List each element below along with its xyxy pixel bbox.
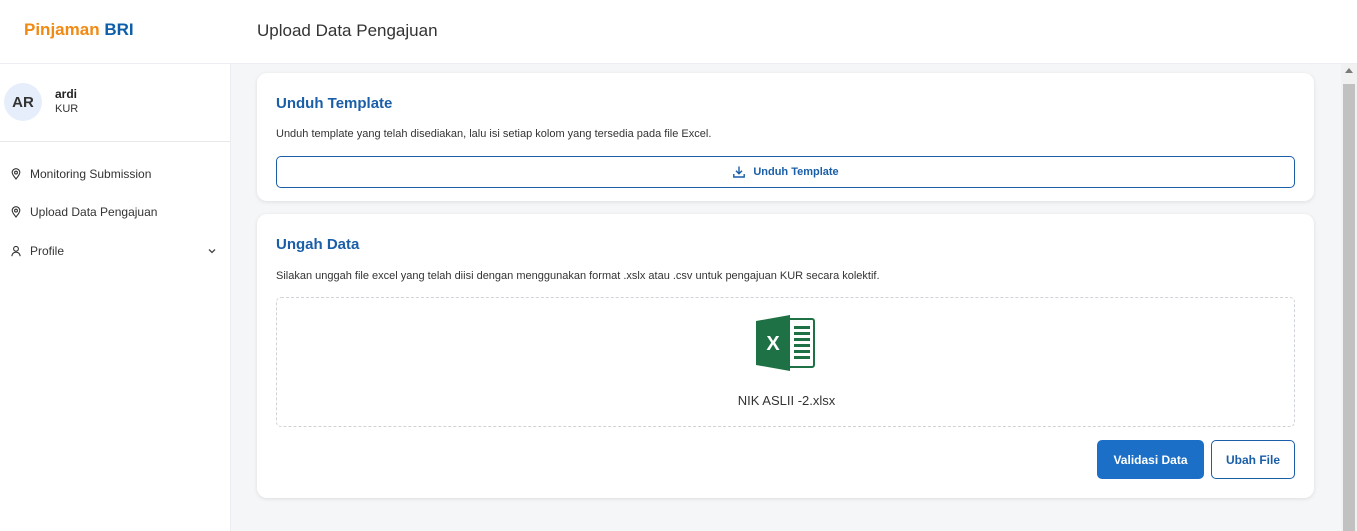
top-bar: Pinjaman BRI Upload Data Pengajuan [0, 0, 1357, 64]
sidebar-item-label: Upload Data Pengajuan [30, 205, 158, 219]
file-dropzone[interactable]: X NIK ASLII -2.xlsx [276, 297, 1295, 427]
download-template-button[interactable]: Unduh Template [276, 156, 1295, 188]
upload-card-title: Ungah Data [276, 236, 360, 253]
template-card: Unduh Template Unduh template yang telah… [257, 73, 1314, 201]
user-panel: AR ardi KUR [0, 64, 231, 142]
upload-card-description: Silakan unggah file excel yang telah dii… [276, 270, 880, 282]
brand-logo-part2: BRI [104, 20, 134, 39]
sidebar-item-label: Profile [30, 244, 65, 258]
sidebar: AR ardi KUR Monitoring Submission Upload… [0, 64, 231, 531]
download-icon [733, 166, 746, 178]
location-pin-icon [10, 206, 22, 218]
avatar: AR [4, 83, 42, 121]
sidebar-item-upload-data[interactable]: Upload Data Pengajuan [0, 194, 231, 230]
sidebar-item-monitoring-submission[interactable]: Monitoring Submission [0, 156, 231, 192]
validate-data-button[interactable]: Validasi Data [1097, 440, 1204, 479]
location-pin-icon [10, 168, 22, 180]
scroll-up-arrow-icon[interactable] [1345, 68, 1353, 73]
page-scrollbar[interactable] [1341, 64, 1357, 531]
download-template-label: Unduh Template [753, 166, 839, 178]
brand-logo-part1: Pinjaman [24, 20, 100, 39]
user-role: KUR [55, 103, 79, 115]
scrollbar-thumb[interactable] [1343, 84, 1355, 531]
page-title: Upload Data Pengajuan [257, 21, 438, 40]
sidebar-item-profile[interactable]: Profile [0, 233, 231, 269]
excel-file-icon: X [756, 315, 815, 371]
brand-logo[interactable]: Pinjaman BRI [24, 20, 134, 40]
user-name: ardi [55, 87, 78, 101]
person-icon [10, 245, 22, 257]
sidebar-item-label: Monitoring Submission [30, 167, 152, 181]
change-file-button[interactable]: Ubah File [1211, 440, 1295, 479]
upload-card: Ungah Data Silakan unggah file excel yan… [257, 214, 1314, 498]
template-card-description: Unduh template yang telah disediakan, la… [276, 128, 712, 140]
template-card-title: Unduh Template [276, 95, 393, 112]
svg-text:X: X [766, 333, 780, 355]
uploaded-file-name: NIK ASLII -2.xlsx [737, 393, 836, 408]
chevron-down-icon[interactable] [207, 245, 217, 255]
